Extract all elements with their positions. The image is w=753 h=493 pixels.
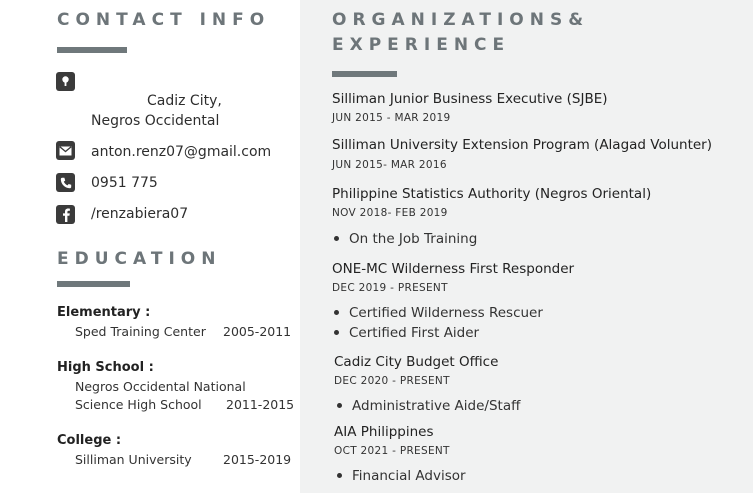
org-date: JUN 2015 - MAR 2019 (332, 112, 451, 124)
experience-heading-line1: ORGANIZATIONS& (332, 10, 590, 30)
org-title: AIA Philippines (334, 424, 434, 440)
org-date: DEC 2020 - PRESENT (334, 375, 450, 387)
org-bullet: Certified Wilderness Rescuer (334, 305, 543, 321)
edu-college-years: 2015-2019 (223, 452, 292, 467)
facebook-icon (56, 205, 75, 224)
org-bullet-text: Certified First Aider (349, 325, 480, 341)
org-bullet-text: Certified Wilderness Rescuer (349, 305, 543, 321)
org-title: Silliman Junior Business Executive (SJBE… (332, 91, 608, 107)
contact-heading: CONTACT INFO (57, 10, 271, 30)
facebook-text[interactable]: /renzabiera07 (91, 206, 188, 222)
org-date: DEC 2019 - PRESENT (332, 282, 448, 294)
org-date: OCT 2021 - PRESENT (334, 445, 450, 457)
bullet-dot (337, 472, 342, 478)
org-bullet: Financial Advisor (337, 468, 466, 484)
edu-highschool-school-line1: Negros Occidental National (75, 379, 246, 394)
org-bullet: Administrative Aide/Staff (337, 398, 520, 414)
edu-highschool-school-line2: Science High School (75, 397, 202, 412)
org-bullet-text: Financial Advisor (352, 468, 466, 484)
education-heading-bar (57, 281, 130, 287)
left-column: CONTACT INFO Cadiz City, Negros Occident… (0, 0, 300, 493)
bullet-dot (334, 329, 339, 335)
bullet-dot (334, 309, 339, 315)
experience-heading-bar (332, 71, 397, 77)
address-line2: Negros Occidental (91, 113, 220, 129)
location-pin-icon (56, 72, 75, 91)
education-heading: EDUCATION (57, 249, 222, 269)
edu-college-school: Silliman University (75, 452, 192, 467)
org-title: ONE-MC Wilderness First Responder (332, 261, 575, 277)
org-title: Philippine Statistics Authority (Negros … (332, 186, 652, 202)
edu-college-label: College : (57, 433, 122, 448)
bullet-dot (337, 402, 342, 408)
email-text[interactable]: anton.renz07@gmail.com (91, 144, 271, 160)
contact-heading-bar (57, 47, 127, 53)
org-title: Cadiz City Budget Office (334, 354, 499, 370)
edu-elementary-years: 2005-2011 (223, 324, 292, 339)
envelope-icon (56, 141, 75, 160)
org-bullet: Certified First Aider (334, 325, 479, 341)
experience-heading-line2: EXPERIENCE (332, 35, 511, 55)
bullet-dot (334, 235, 339, 241)
org-date: JUN 2015- MAR 2016 (332, 159, 447, 171)
org-bullet-text: On the Job Training (349, 231, 478, 247)
right-column: ORGANIZATIONS& EXPERIENCE Silliman Junio… (300, 0, 753, 493)
phone-icon (56, 173, 75, 192)
org-bullet: On the Job Training (334, 231, 477, 247)
org-bullet-text: Administrative Aide/Staff (352, 398, 521, 414)
org-title: Silliman University Extension Program (A… (332, 137, 713, 153)
edu-elementary-label: Elementary : (57, 305, 151, 320)
address-line1: Cadiz City, (147, 93, 222, 109)
org-date: NOV 2018- FEB 2019 (332, 207, 448, 219)
edu-highschool-years: 2011-2015 (226, 397, 295, 412)
edu-highschool-label: High School : (57, 360, 154, 375)
edu-elementary-school: Sped Training Center (75, 324, 206, 339)
phone-text: 0951 775 (91, 175, 158, 191)
